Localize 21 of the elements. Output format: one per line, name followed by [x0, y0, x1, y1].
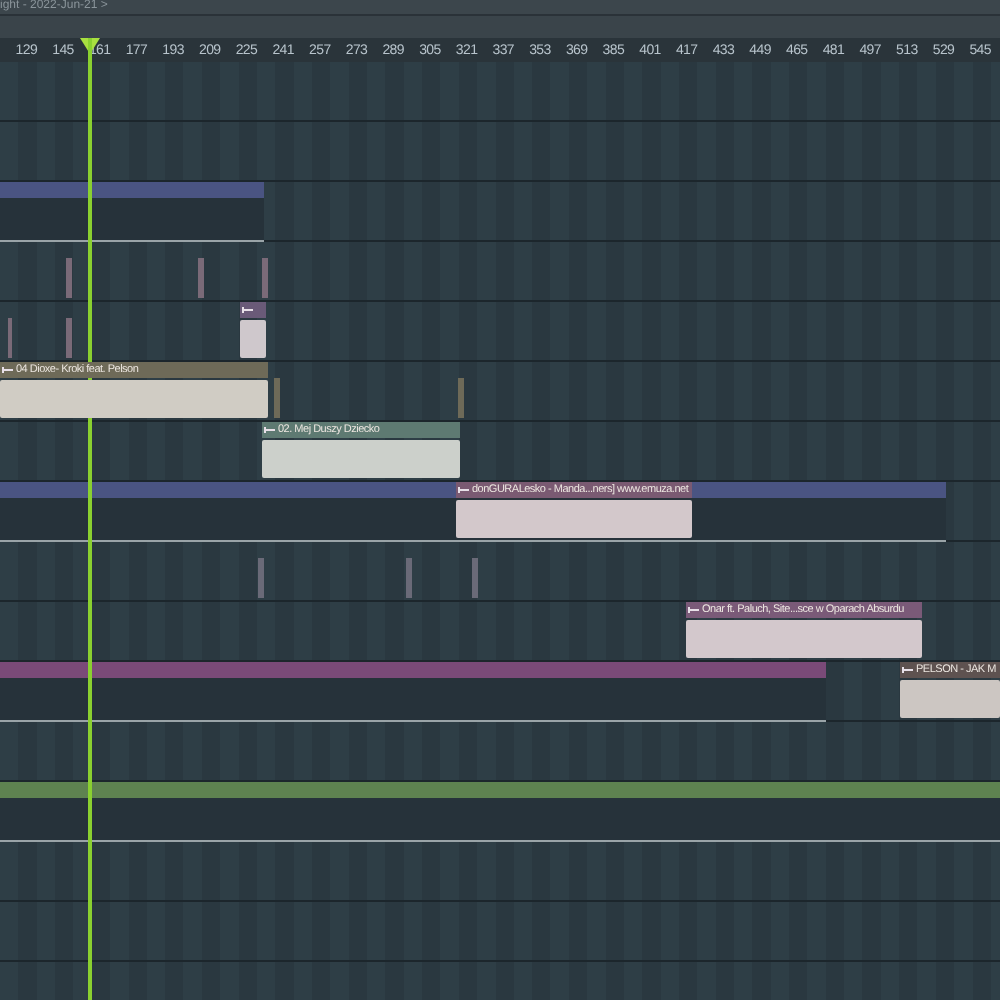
clip-menu-icon[interactable] — [458, 486, 470, 494]
clip-fragment[interactable] — [66, 258, 72, 298]
clip-menu-icon[interactable] — [688, 606, 700, 614]
clip-fragment[interactable] — [66, 318, 72, 358]
clip-fragment[interactable] — [458, 378, 464, 418]
pattern-clip[interactable] — [0, 182, 264, 242]
waveform — [240, 320, 266, 358]
clip-fragment[interactable] — [258, 558, 264, 598]
clip-fragment[interactable] — [262, 258, 268, 298]
pattern-clip[interactable] — [0, 782, 1000, 842]
clip-menu-icon[interactable] — [242, 306, 254, 314]
clip-fragment[interactable] — [406, 558, 412, 598]
clip-menu-icon[interactable] — [264, 426, 276, 434]
clip-fragment[interactable] — [198, 258, 204, 298]
waveform — [900, 680, 1000, 718]
clip-menu-icon[interactable] — [902, 666, 914, 674]
audio-clip[interactable] — [240, 302, 266, 360]
clip-fragment[interactable] — [472, 558, 478, 598]
pattern-clip[interactable] — [0, 662, 826, 722]
clip-fragment[interactable] — [274, 378, 280, 418]
clip-menu-icon[interactable] — [2, 366, 14, 374]
